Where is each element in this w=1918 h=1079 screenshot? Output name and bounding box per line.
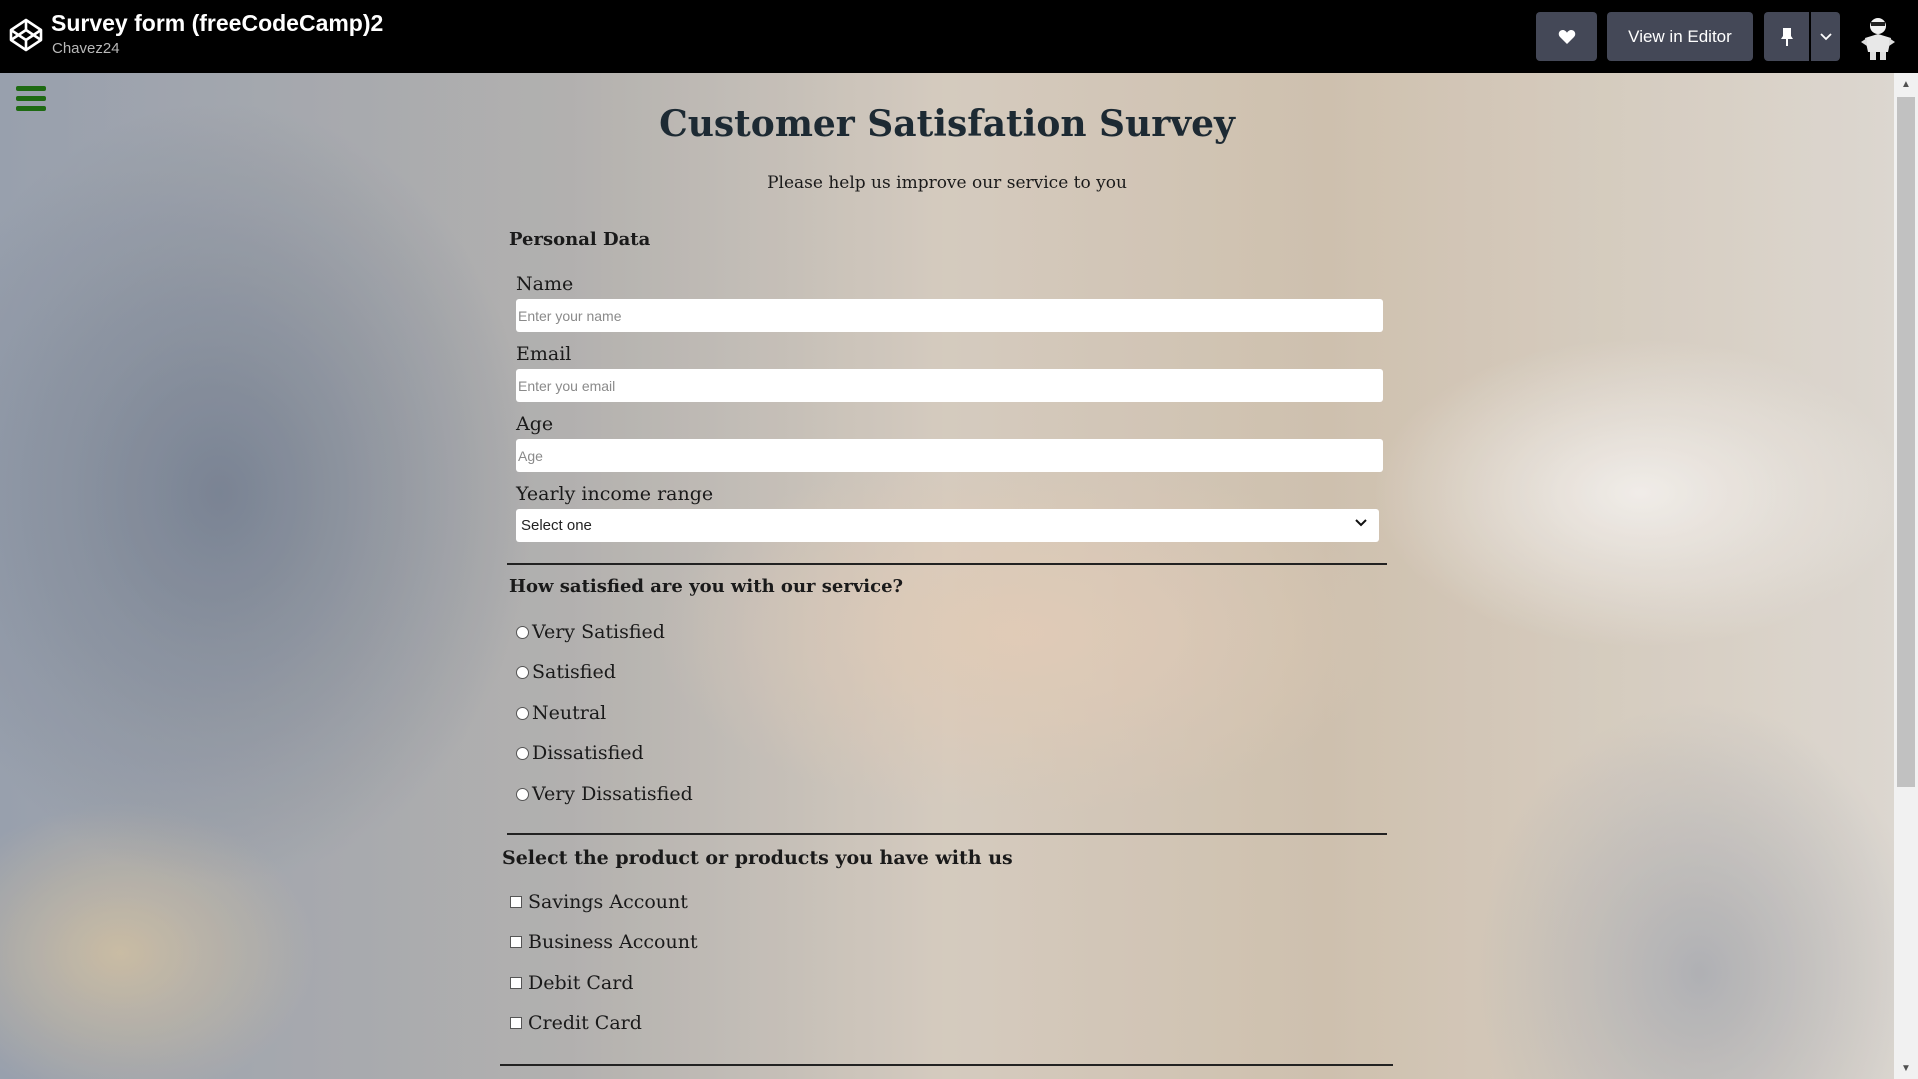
option-label: Neutral (532, 702, 607, 724)
age-input[interactable] (516, 439, 1383, 472)
income-label: Yearly income range (516, 483, 714, 505)
survey-title: Customer Satisfation Survey (659, 103, 1235, 145)
pin-button[interactable] (1764, 12, 1809, 61)
checkbox[interactable] (510, 977, 522, 989)
hamburger-menu-icon[interactable] (11, 81, 51, 117)
option-label: Very Dissatisfied (532, 783, 693, 805)
radio-button[interactable] (516, 625, 529, 639)
radio-dissatisfied[interactable]: Dissatisfied (516, 742, 644, 764)
like-button[interactable] (1536, 12, 1597, 61)
name-input[interactable] (516, 299, 1383, 332)
checkbox[interactable] (510, 1017, 522, 1029)
option-label: Satisfied (532, 661, 616, 683)
radio-very-satisfied[interactable]: Very Satisfied (516, 621, 665, 643)
codepen-header: Survey form (freeCodeCamp)2 Chavez24 Vie… (0, 0, 1918, 73)
option-label: Very Satisfied (532, 621, 665, 643)
checkbox-savings-account[interactable]: Savings Account (510, 891, 688, 913)
option-label: Business Account (528, 931, 698, 953)
scrollbar-thumb[interactable] (1897, 97, 1915, 787)
avatar[interactable] (1853, 12, 1903, 62)
radio-very-dissatisfied[interactable]: Very Dissatisfied (516, 783, 693, 805)
section-divider (507, 563, 1387, 565)
email-label: Email (516, 343, 572, 365)
radio-button[interactable] (516, 787, 529, 801)
name-label: Name (516, 273, 574, 295)
heart-icon (1558, 29, 1575, 44)
vertical-scrollbar[interactable]: ▲ ▼ (1894, 73, 1918, 1079)
checkbox-business-account[interactable]: Business Account (510, 931, 698, 953)
scroll-down-arrow-icon[interactable]: ▼ (1894, 1057, 1918, 1079)
option-label: Savings Account (528, 891, 688, 913)
view-in-editor-button[interactable]: View in Editor (1607, 12, 1753, 61)
income-selected-value: Select one (521, 517, 592, 534)
radio-neutral[interactable]: Neutral (516, 702, 606, 724)
option-label: Debit Card (528, 972, 634, 994)
survey-description: Please help us improve our service to yo… (767, 173, 1127, 193)
chevron-down-icon (1355, 519, 1367, 527)
satisfaction-question: How satisfied are you with our service? (509, 576, 904, 597)
checkbox[interactable] (510, 896, 522, 908)
radio-satisfied[interactable]: Satisfied (516, 661, 616, 683)
scroll-up-arrow-icon[interactable]: ▲ (1894, 73, 1918, 95)
income-range-select[interactable]: Select one (516, 509, 1379, 542)
section-divider (500, 1064, 1393, 1066)
section-divider (507, 833, 1387, 835)
checkbox-credit-card[interactable]: Credit Card (510, 1012, 642, 1034)
products-question: Select the product or products you have … (502, 847, 1013, 869)
radio-button[interactable] (516, 706, 529, 720)
option-label: Dissatisfied (532, 742, 644, 764)
checkbox-debit-card[interactable]: Debit Card (510, 972, 634, 994)
personal-data-heading: Personal Data (509, 229, 651, 250)
option-label: Credit Card (528, 1012, 642, 1034)
codepen-logo-icon[interactable] (8, 17, 44, 53)
pen-title: Survey form (freeCodeCamp)2 (51, 10, 384, 36)
radio-button[interactable] (516, 746, 529, 760)
pin-options-button[interactable] (1811, 12, 1840, 61)
checkbox[interactable] (510, 936, 522, 948)
chevron-down-icon (1819, 32, 1832, 40)
survey-form: Customer Satisfation Survey Please help … (0, 73, 1894, 1079)
pen-author-link[interactable]: Chavez24 (52, 40, 120, 57)
radio-button[interactable] (516, 665, 529, 679)
age-label: Age (516, 413, 554, 435)
pin-icon (1780, 27, 1793, 46)
survey-preview: Customer Satisfation Survey Please help … (0, 73, 1894, 1079)
email-input[interactable] (516, 369, 1383, 402)
